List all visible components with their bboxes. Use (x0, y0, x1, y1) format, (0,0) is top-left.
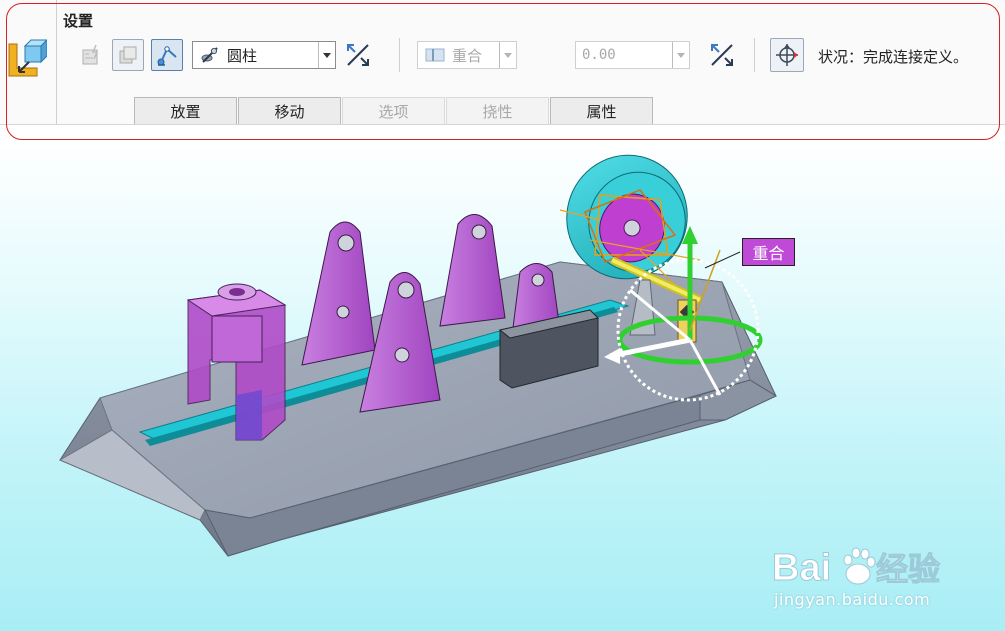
separator (754, 38, 755, 72)
flip-arrow-icon (347, 44, 369, 66)
tab-flexibility[interactable]: 挠性 (446, 97, 549, 124)
tab-properties[interactable]: 属性 (550, 97, 653, 124)
constraint-type-dropdown[interactable]: 重合 (417, 41, 517, 69)
ribbon-toolbar: 设置 圆柱 重合 0.00 状况：完成连接定义。 放置 移动 选项 挠性 属性 (0, 0, 1005, 125)
chevron-down-icon[interactable] (318, 42, 335, 68)
tab-placement[interactable]: 放置 (134, 97, 237, 124)
tab-options[interactable]: 选项 (342, 97, 445, 124)
flip-direction-button[interactable] (342, 39, 374, 71)
copy-geometry-icon (119, 46, 137, 64)
joint-type-dropdown[interactable]: 圆柱 (192, 41, 336, 69)
chevron-down-icon[interactable] (672, 42, 689, 68)
offset-value: 0.00 (582, 47, 616, 63)
ribbon-tabs: 放置 移动 选项 挠性 属性 (134, 97, 654, 124)
offset-input[interactable]: 0.00 (575, 41, 690, 69)
cylinder-joint-icon (201, 47, 218, 63)
separator (56, 0, 57, 124)
coincident-icon (425, 48, 445, 62)
chevron-down-icon[interactable] (499, 42, 516, 68)
drag-components-button[interactable] (770, 38, 804, 72)
move-axes-icon (776, 44, 798, 66)
tab-move[interactable]: 移动 (238, 97, 341, 124)
constraint-type-value: 重合 (452, 46, 483, 65)
mechanism-connection-button[interactable] (151, 39, 183, 71)
mechanism-icon (157, 46, 177, 66)
flip-offset-button[interactable] (706, 39, 738, 71)
joint-type-value: 圆柱 (227, 46, 258, 65)
svg-text:Bai: Bai (772, 547, 831, 589)
separator (399, 38, 400, 72)
component-placement-icon[interactable] (7, 38, 49, 80)
user-defined-icon (82, 44, 99, 65)
flip-arrow-icon (711, 44, 733, 66)
constraint-label[interactable]: 重合 (742, 238, 795, 266)
copy-geometry-button[interactable] (112, 39, 144, 71)
status-message: 状况：完成连接定义。 (818, 48, 969, 66)
svg-text:经验: 经验 (876, 550, 940, 588)
group-title-settings: 设置 (63, 12, 94, 30)
watermark-url: jingyan.baidu.com (774, 590, 931, 609)
user-defined-button[interactable] (76, 39, 108, 71)
